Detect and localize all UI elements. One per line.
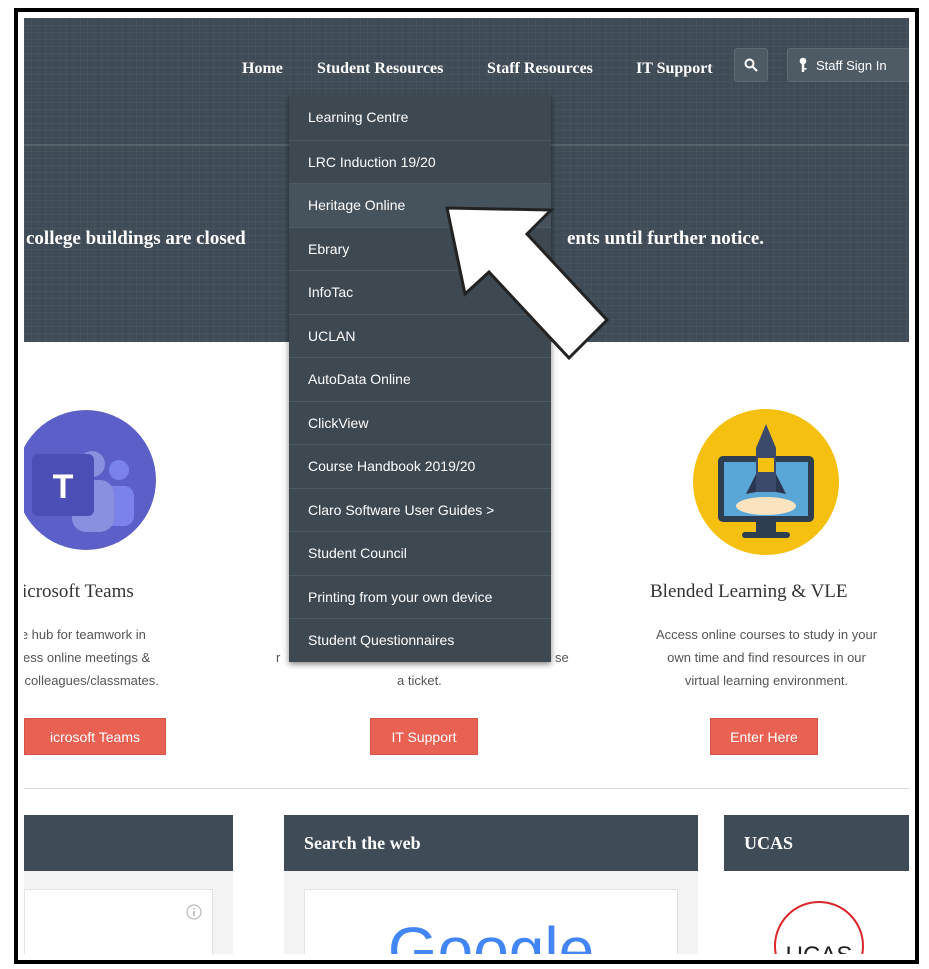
microsoft-teams-icon: T — [24, 410, 156, 550]
teams-card-text: the hub for teamwork in ccess online mee… — [24, 623, 159, 692]
teams-text-line-3: th colleagues/classmates. — [24, 673, 159, 688]
google-logo-icon: Google — [388, 914, 594, 954]
vle-text-line-1: Access online courses to study in your — [655, 627, 878, 642]
it-support-button[interactable]: IT Support — [370, 718, 478, 755]
ucas-panel: UCAS UCAS — [724, 815, 909, 954]
it-card-text-line-2: a ticket. — [397, 673, 442, 688]
dropdown-item-claro-guides[interactable]: Claro Software User Guides > — [289, 487, 551, 532]
search-button[interactable] — [734, 48, 768, 82]
nav-home[interactable]: Home — [242, 60, 283, 78]
key-icon — [799, 57, 807, 72]
ucas-panel-header: UCAS — [724, 815, 909, 871]
it-card-text-prefix: r — [276, 650, 281, 665]
left-panel-header — [24, 815, 233, 871]
vle-text-line-2: own time and find resources in our — [667, 650, 866, 665]
vle-card-text: Access online courses to study in your o… — [624, 623, 909, 692]
vle-text-line-3: virtual learning environment. — [684, 673, 849, 688]
teams-card-title: icrosoft Teams — [24, 581, 134, 602]
section-divider — [24, 788, 909, 789]
left-panel-body — [24, 889, 213, 954]
ucas-panel-body[interactable]: UCAS — [724, 871, 909, 954]
teams-text-line-1: the hub for teamwork in — [24, 627, 146, 642]
enter-here-button[interactable]: Enter Here — [710, 718, 818, 755]
dropdown-item-course-handbook[interactable]: Course Handbook 2019/20 — [289, 444, 551, 488]
staff-sign-in-label: Staff Sign In — [816, 57, 887, 73]
search-web-panel: Search the web Google — [284, 815, 698, 954]
left-panel — [24, 815, 233, 954]
dropdown-item-clickview[interactable]: ClickView — [289, 400, 551, 445]
closure-notice-left: college buildings are closed — [26, 228, 246, 249]
nav-it-support[interactable]: IT Support — [636, 60, 713, 78]
vle-card-title: Blended Learning & VLE — [650, 581, 848, 602]
page: Home Student Resources Staff Resources I… — [24, 18, 909, 954]
teams-text-line-2: ccess online meetings & — [24, 650, 151, 665]
annotation-arrow-icon — [445, 206, 610, 361]
rocket-monitor-icon — [693, 409, 839, 555]
ucas-logo-text: UCAS — [786, 942, 853, 954]
teams-icon-letter: T — [53, 468, 74, 506]
microsoft-teams-button[interactable]: icrosoft Teams — [24, 718, 166, 755]
nav-staff-resources[interactable]: Staff Resources — [487, 60, 593, 78]
search-icon — [744, 58, 758, 72]
dropdown-item-printing[interactable]: Printing from your own device — [289, 574, 551, 619]
search-web-panel-header: Search the web — [284, 815, 698, 871]
info-icon[interactable] — [186, 904, 202, 920]
nav-student-resources[interactable]: Student Resources — [317, 60, 443, 78]
dropdown-item-student-council[interactable]: Student Council — [289, 531, 551, 575]
dropdown-item-student-questionnaires[interactable]: Student Questionnaires — [289, 618, 551, 662]
it-card-text-suffix: se — [555, 650, 569, 665]
staff-sign-in-button[interactable]: Staff Sign In — [787, 48, 909, 82]
dropdown-item-lrc-induction[interactable]: LRC Induction 19/20 — [289, 139, 551, 184]
google-logo-text: Google — [388, 914, 594, 954]
dropdown-item-learning-centre[interactable]: Learning Centre — [289, 96, 551, 140]
ucas-logo-icon: UCAS — [774, 901, 864, 954]
screenshot-frame: Home Student Resources Staff Resources I… — [14, 8, 919, 964]
search-web-panel-body[interactable]: Google — [304, 889, 678, 954]
